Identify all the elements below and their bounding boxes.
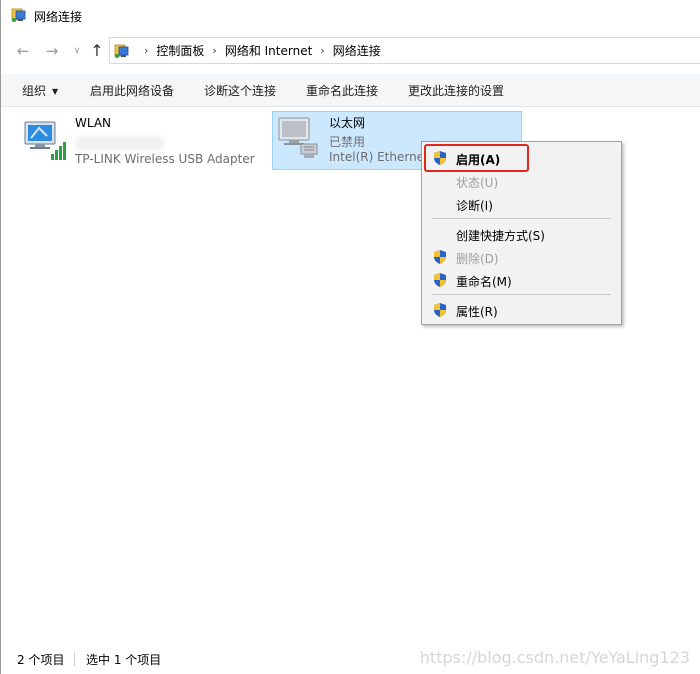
connection-status: 已禁用: [329, 135, 366, 149]
organize-label: 组织: [22, 84, 47, 98]
network-folder-icon: [11, 8, 26, 22]
menu-item-label: 重命名(M): [456, 275, 512, 289]
menu-item-delete: 删除(D): [422, 246, 621, 268]
arrow-up-icon[interactable]: ↑: [87, 41, 107, 61]
change-settings-button[interactable]: 更改此连接的设置: [408, 82, 504, 99]
menu-item-rename[interactable]: 重命名(M): [422, 269, 621, 291]
network-connections-window: 网络连接 ← → ∨ ↑ › 控制面板 › 网络和 Internet › 网络连…: [0, 0, 700, 674]
uac-shield-icon: [434, 303, 446, 317]
selected-count: 选中 1 个项目: [86, 653, 162, 667]
menu-item-label: 状态(U): [456, 176, 499, 190]
organize-button[interactable]: 组织 ▼: [22, 82, 58, 99]
connection-status: [75, 135, 165, 150]
breadcrumb-control-panel[interactable]: 控制面板: [156, 42, 204, 59]
breadcrumb-network-connections[interactable]: 网络连接: [333, 42, 381, 59]
connection-name-text: WLAN: [75, 116, 112, 130]
connection-device: TP-LINK Wireless USB Adapter: [75, 152, 255, 166]
wireless-network-icon: [24, 121, 66, 160]
blurred-status-text: [75, 135, 165, 150]
item-count: 2 个项目: [17, 653, 65, 667]
menu-item-label: 创建快捷方式(S): [456, 229, 545, 243]
window-title: 网络连接: [34, 10, 83, 24]
uac-shield-icon: [434, 250, 446, 264]
status-bar: 2 个项目 选中 1 个项目 https://blog.csdn.net/YeY…: [1, 646, 700, 674]
enable-device-button[interactable]: 启用此网络设备: [90, 82, 174, 99]
menu-item-diagnose[interactable]: 诊断(I): [422, 193, 621, 215]
status-divider: [74, 652, 75, 666]
breadcrumb-network-internet[interactable]: 网络和 Internet: [225, 42, 312, 59]
network-folder-icon: [114, 44, 129, 58]
connection-item-wlan[interactable]: WLAN TP-LINK Wireless USB Adapter: [19, 114, 269, 168]
ethernet-network-icon: [278, 117, 318, 158]
menu-separator: [432, 294, 611, 295]
rename-button[interactable]: 重命名此连接: [306, 82, 378, 99]
address-bar[interactable]: › 控制面板 › 网络和 Internet › 网络连接: [109, 37, 700, 64]
title-bar: 网络连接: [1, 0, 700, 32]
arrow-right-icon[interactable]: →: [42, 41, 62, 61]
diagnose-button[interactable]: 诊断这个连接: [204, 82, 276, 99]
arrow-left-icon[interactable]: ←: [13, 41, 33, 61]
menu-separator: [432, 218, 611, 219]
menu-item-properties[interactable]: 属性(R): [422, 299, 621, 321]
menu-item-label: 删除(D): [456, 252, 499, 266]
command-toolbar: 组织 ▼ 启用此网络设备 诊断这个连接 重命名此连接 更改此连接的设置: [1, 74, 700, 107]
uac-shield-icon: [434, 273, 446, 287]
connection-name: 以太网: [329, 116, 366, 130]
menu-item-label: 诊断(I): [456, 199, 493, 213]
breadcrumb-separator-icon[interactable]: ›: [144, 44, 148, 57]
highlight-annotation: [424, 144, 529, 172]
menu-item-label: 属性(R): [456, 305, 498, 319]
menu-item-status: 状态(U): [422, 170, 621, 192]
navigation-bar: ← → ∨ ↑ › 控制面板 › 网络和 Internet › 网络连接: [1, 36, 700, 66]
menu-item-create-shortcut[interactable]: 创建快捷方式(S): [422, 223, 621, 245]
caret-down-icon: ▼: [52, 87, 59, 96]
connection-name: WLAN: [75, 116, 111, 130]
connection-device: Intel(R) Ethernet: [329, 150, 429, 164]
watermark: https://blog.csdn.net/YeYaLing123: [419, 648, 690, 667]
chevron-down-icon[interactable]: ∨: [67, 41, 87, 61]
breadcrumb-separator-icon[interactable]: ›: [320, 44, 324, 57]
breadcrumb-separator-icon[interactable]: ›: [212, 44, 216, 57]
